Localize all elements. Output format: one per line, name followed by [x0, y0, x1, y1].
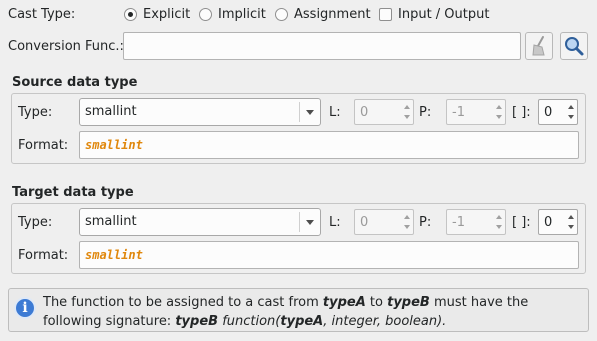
- source-l-spin[interactable]: 0: [354, 99, 414, 125]
- target-p-label: P:: [419, 215, 432, 230]
- conversion-func-label: Conversion Func.:: [8, 39, 124, 54]
- source-l-label: L:: [329, 105, 341, 120]
- cast-type-label: Cast Type:: [8, 7, 76, 22]
- target-type-combo[interactable]: smallint: [79, 208, 321, 236]
- target-l-label: L:: [329, 215, 341, 230]
- spin-down-icon[interactable]: [496, 225, 502, 229]
- assignment-radio[interactable]: [275, 8, 288, 21]
- source-type-combo[interactable]: smallint: [79, 98, 321, 126]
- search-button[interactable]: [560, 32, 588, 60]
- info-text: The function to be assigned to a cast fr…: [43, 295, 529, 329]
- source-data-type-group: Type: smallint L: 0 P: -1 [ ]: 0 Format:…: [11, 93, 586, 164]
- source-format-label: Format:: [18, 138, 69, 153]
- spin-up-icon[interactable]: [568, 215, 574, 219]
- target-l-spin[interactable]: 0: [354, 209, 414, 235]
- target-p-spin[interactable]: -1: [446, 209, 506, 235]
- target-format-label: Format:: [18, 248, 69, 263]
- input-output-checkbox[interactable]: [379, 8, 392, 21]
- magnifier-icon: [565, 37, 584, 56]
- source-dim-spin[interactable]: 0: [538, 99, 578, 125]
- assignment-label[interactable]: Assignment: [294, 7, 371, 23]
- spin-down-icon[interactable]: [404, 225, 410, 229]
- source-type-label: Type:: [18, 105, 53, 120]
- target-dim-spin[interactable]: 0: [538, 209, 578, 235]
- info-box: i The function to be assigned to a cast …: [8, 288, 589, 332]
- target-format-field[interactable]: smallint: [79, 241, 579, 269]
- source-p-value: -1: [452, 105, 465, 120]
- clear-button[interactable]: [525, 32, 553, 60]
- chevron-down-icon: [306, 220, 314, 225]
- broom-icon: [532, 36, 545, 56]
- target-dim-value: 0: [544, 215, 553, 230]
- spin-up-icon[interactable]: [568, 105, 574, 109]
- conversion-func-field[interactable]: [123, 32, 521, 60]
- implicit-label[interactable]: Implicit: [218, 7, 266, 23]
- source-l-value: 0: [360, 105, 369, 120]
- source-type-value: smallint: [85, 104, 137, 119]
- target-data-type-group: Type: smallint L: 0 P: -1 [ ]: 0 Format:…: [11, 203, 586, 274]
- target-type-value: smallint: [85, 214, 137, 229]
- source-p-label: P:: [419, 105, 432, 120]
- target-p-value: -1: [452, 215, 465, 230]
- source-format-field[interactable]: smallint: [79, 131, 579, 159]
- source-dim-label: [ ]:: [512, 105, 531, 120]
- source-data-type-title: Source data type: [12, 75, 138, 90]
- spin-down-icon[interactable]: [404, 115, 410, 119]
- target-type-label: Type:: [18, 215, 53, 230]
- source-dim-value: 0: [544, 105, 553, 120]
- source-p-spin[interactable]: -1: [446, 99, 506, 125]
- info-icon: i: [14, 297, 36, 319]
- spin-up-icon[interactable]: [496, 215, 502, 219]
- implicit-radio[interactable]: [199, 8, 212, 21]
- spin-up-icon[interactable]: [496, 105, 502, 109]
- target-format-value: smallint: [85, 248, 143, 262]
- spin-down-icon[interactable]: [568, 115, 574, 119]
- spin-down-icon[interactable]: [568, 225, 574, 229]
- source-format-value: smallint: [85, 138, 143, 152]
- spin-up-icon[interactable]: [404, 105, 410, 109]
- explicit-radio[interactable]: [124, 8, 137, 21]
- spin-up-icon[interactable]: [404, 215, 410, 219]
- target-dim-label: [ ]:: [512, 215, 531, 230]
- explicit-label[interactable]: Explicit: [143, 7, 190, 23]
- chevron-down-icon: [306, 110, 314, 115]
- spin-down-icon[interactable]: [496, 115, 502, 119]
- input-output-label[interactable]: Input / Output: [398, 7, 489, 23]
- target-data-type-title: Target data type: [12, 185, 134, 200]
- target-l-value: 0: [360, 215, 369, 230]
